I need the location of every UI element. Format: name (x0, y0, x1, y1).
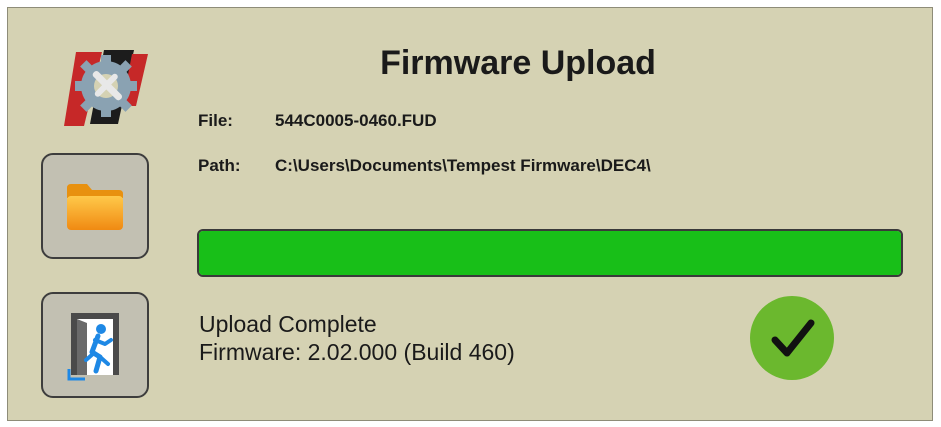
upload-status-text: Upload Complete (199, 311, 377, 337)
firmware-upload-window: Firmware Upload File: 544C0005-0460.FUD P… (7, 7, 933, 421)
path-info-row: Path: C:\Users\Documents\Tempest Firmware… (198, 156, 651, 176)
path-label: Path: (198, 156, 241, 175)
upload-progress-bar (197, 229, 903, 277)
open-folder-button[interactable] (41, 153, 149, 259)
path-value: C:\Users\Documents\Tempest Firmware\DEC4… (275, 156, 651, 175)
upload-progress-fill (199, 231, 901, 275)
wrench-gear-logo-icon (64, 50, 148, 126)
file-name-value: 544C0005-0460.FUD (275, 111, 437, 130)
file-info-row: File: 544C0005-0460.FUD (198, 111, 437, 131)
firmware-version-text: Firmware: 2.02.000 (Build 460) (199, 339, 515, 365)
folder-icon (67, 184, 123, 230)
exit-door-icon (67, 313, 119, 381)
exit-button[interactable] (41, 292, 149, 398)
file-label: File: (198, 111, 233, 130)
page-title: Firmware Upload (380, 44, 656, 82)
checkmark-icon (750, 296, 834, 380)
